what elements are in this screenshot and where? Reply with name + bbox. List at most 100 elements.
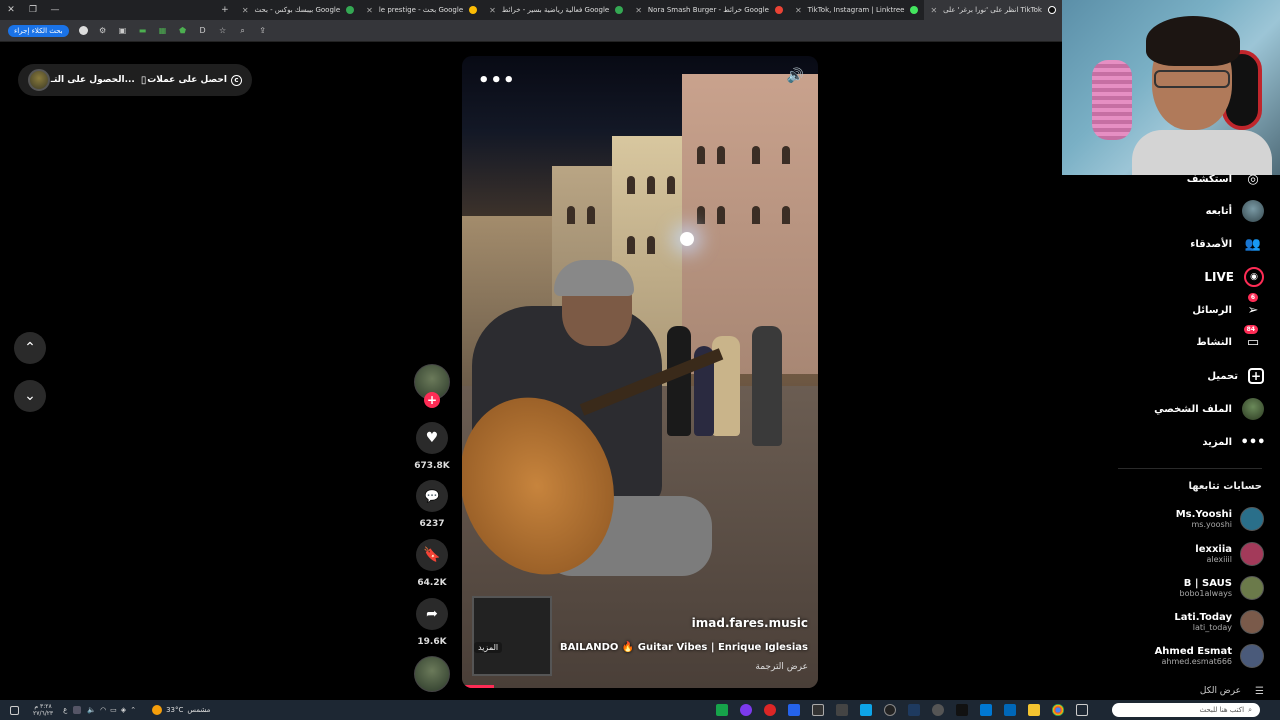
avatar bbox=[1240, 644, 1264, 668]
minimize-window-icon[interactable]: — bbox=[44, 5, 66, 15]
follow-plus-icon[interactable]: + bbox=[424, 392, 440, 408]
followed-account[interactable]: lexxiia alexiiil bbox=[1195, 542, 1264, 566]
tiktok-icon bbox=[1048, 6, 1056, 14]
taskbar-search-input[interactable]: اكتب هنا للبحث ⌕ bbox=[1112, 703, 1260, 717]
file-explorer-icon[interactable] bbox=[1028, 704, 1041, 716]
sidebar-item-activity[interactable]: النشاط ▭ 84 bbox=[1196, 325, 1264, 354]
friends-icon: 👥 bbox=[1244, 236, 1262, 252]
steam-icon[interactable] bbox=[908, 704, 921, 716]
close-icon[interactable]: ✕ bbox=[489, 6, 496, 15]
sound-icon[interactable]: 🔊 bbox=[787, 68, 804, 84]
app-icon[interactable] bbox=[932, 704, 945, 716]
app-icon[interactable] bbox=[740, 704, 753, 716]
music-disc-avatar[interactable] bbox=[414, 656, 450, 692]
previous-video-button[interactable]: ⌃ bbox=[14, 332, 46, 364]
like-button[interactable]: ♥ bbox=[416, 422, 448, 454]
browser-tab[interactable]: ✕ بيبسك بوكس - بحث Google bbox=[236, 0, 360, 20]
account-name: Ms.Yooshi bbox=[1175, 509, 1232, 520]
sidebar-item-more[interactable]: المزيد ••• bbox=[1202, 430, 1265, 454]
app-icon[interactable] bbox=[836, 704, 849, 716]
get-coins-button[interactable]: احصل على عملات c bbox=[147, 74, 242, 86]
close-window-icon[interactable]: ✕ bbox=[0, 5, 22, 15]
new-tab-button[interactable]: + bbox=[214, 5, 236, 15]
followed-account[interactable]: Ahmed Esmat ahmed.esmat666 bbox=[1155, 644, 1264, 668]
shield-icon[interactable]: ⬟ bbox=[178, 26, 188, 36]
sidebar-item-explore[interactable]: استكشف ◎ bbox=[1187, 167, 1264, 191]
profile-icon[interactable] bbox=[78, 26, 88, 35]
app-icon[interactable] bbox=[764, 704, 777, 716]
share-arrow-icon: ➦ bbox=[426, 606, 438, 622]
followed-account[interactable]: Ms.Yooshi ms.yooshi bbox=[1176, 507, 1264, 531]
tab-title: TikTok, Instagram | Linktree bbox=[807, 6, 905, 14]
browser-tab[interactable]: ✕ TikTok, Instagram | Linktree bbox=[789, 0, 924, 20]
followed-account[interactable]: Lati.Today lati_today bbox=[1174, 610, 1264, 634]
caption-more-link[interactable]: المزيد bbox=[474, 642, 503, 653]
restore-window-icon[interactable]: ❐ bbox=[22, 5, 44, 15]
close-icon[interactable]: ✕ bbox=[795, 6, 802, 15]
battery-icon[interactable]: ▭ bbox=[110, 706, 117, 714]
share-icon[interactable]: ⇪ bbox=[258, 26, 268, 36]
extensions-icon[interactable]: ⚙ bbox=[98, 26, 108, 36]
app-icon[interactable] bbox=[812, 704, 825, 716]
tray-icon[interactable]: ◈ bbox=[121, 706, 126, 714]
app-icon[interactable] bbox=[956, 704, 969, 716]
browser-tab[interactable]: ✕ le prestige - بحث Google bbox=[360, 0, 483, 20]
close-icon[interactable]: ✕ bbox=[366, 6, 373, 15]
sidebar-item-label: الملف الشخصي bbox=[1154, 403, 1232, 415]
messages-badge: 6 bbox=[1247, 293, 1258, 302]
sidebar-item-following[interactable]: أتابعه bbox=[1206, 199, 1264, 223]
d-extension-icon[interactable]: D bbox=[198, 26, 208, 36]
search-action-button[interactable]: بحث الكلاء إجراء bbox=[8, 24, 69, 37]
sidebar-item-messages[interactable]: الرسائل ➢ 6 bbox=[1192, 293, 1264, 322]
weather-widget[interactable]: 33°C مشمس bbox=[152, 705, 210, 715]
followed-account[interactable]: B | SAUS bobo1always bbox=[1179, 576, 1264, 600]
video-author[interactable]: imad.fares.music bbox=[692, 616, 808, 630]
sidebar-item-live[interactable]: LIVE ◉ bbox=[1204, 265, 1264, 289]
sidebar-item-friends[interactable]: الأصدقاء 👥 bbox=[1190, 232, 1264, 256]
browser-tab[interactable]: ✕ فعالية رياضية بسير - خرائط Google bbox=[483, 0, 629, 20]
store-icon[interactable] bbox=[1004, 704, 1017, 716]
sidebar-item-profile[interactable]: الملف الشخصي bbox=[1154, 397, 1264, 421]
browser-tab-active[interactable]: ✕ انظر على 'نورا برغر' على TikTok bbox=[924, 0, 1062, 20]
star-icon[interactable]: ☆ bbox=[218, 26, 228, 36]
zoom-icon[interactable]: ⌕ bbox=[238, 26, 248, 36]
close-icon[interactable]: ✕ bbox=[242, 6, 249, 15]
app-icon[interactable] bbox=[860, 704, 873, 716]
app-icon[interactable] bbox=[788, 704, 801, 716]
account-handle: ahmed.esmat666 bbox=[1161, 657, 1233, 666]
puzzle-icon[interactable]: ▣ bbox=[118, 26, 128, 36]
notification-icon[interactable] bbox=[73, 706, 82, 714]
avatar[interactable] bbox=[28, 69, 50, 91]
save-button[interactable]: 🔖 bbox=[416, 539, 448, 571]
app-icon[interactable] bbox=[716, 704, 729, 716]
share-button[interactable]: ➦ bbox=[416, 598, 448, 630]
translate-link[interactable]: عرض الترجمة bbox=[755, 662, 808, 672]
task-view-icon[interactable] bbox=[1076, 704, 1089, 716]
taskbar-apps bbox=[710, 704, 1094, 716]
close-icon[interactable]: ✕ bbox=[635, 6, 642, 15]
browser-tab[interactable]: ✕ Nora Smash Burger - خرائط Google bbox=[629, 0, 789, 20]
video-progress-bar[interactable] bbox=[462, 685, 495, 688]
chrome-icon[interactable] bbox=[1052, 704, 1065, 716]
account-handle: ms.yooshi bbox=[1191, 520, 1233, 529]
close-icon[interactable]: ✕ bbox=[930, 6, 937, 15]
plus-box-icon: + bbox=[1248, 368, 1264, 384]
clock[interactable]: ٣:٢٨ م ٢٧/٦/٢٣ bbox=[33, 703, 53, 717]
next-video-button[interactable]: ⌄ bbox=[14, 380, 46, 412]
get-app-button[interactable]: الحصول على التـ... ▯ bbox=[51, 75, 146, 86]
tray-expand-icon[interactable]: ⌃ bbox=[130, 706, 136, 714]
video-scene-amp bbox=[472, 596, 552, 676]
edge-icon[interactable] bbox=[980, 704, 993, 716]
wifi-icon[interactable]: ◠ bbox=[100, 706, 106, 714]
video-player[interactable]: ••• 🔊 imad.fares.music BAILANDO 🔥 Guitar… bbox=[462, 56, 818, 688]
app-icon[interactable] bbox=[884, 704, 897, 716]
start-icon[interactable] bbox=[10, 705, 19, 715]
extension-green-icon[interactable]: ▬ bbox=[138, 26, 148, 36]
language-indicator[interactable]: ع bbox=[63, 706, 67, 714]
more-options-icon[interactable]: ••• bbox=[478, 70, 516, 91]
tab-title: le prestige - بحث Google bbox=[378, 6, 464, 14]
volume-icon[interactable]: 🔈 bbox=[87, 706, 96, 714]
sidebar-item-upload[interactable]: تحميل + bbox=[1207, 364, 1264, 388]
comment-button[interactable]: 💬 bbox=[416, 480, 448, 512]
extension-grid-icon[interactable]: ▦ bbox=[158, 26, 168, 36]
